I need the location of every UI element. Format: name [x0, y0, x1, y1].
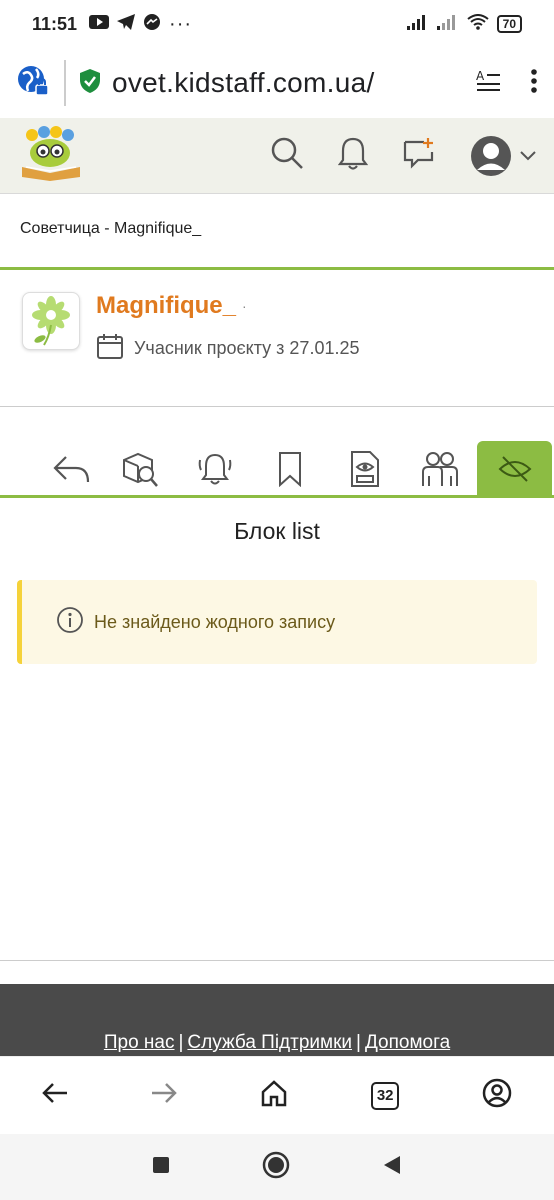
section-divider: [0, 406, 554, 407]
status-time: 11:51: [32, 13, 78, 34]
wifi-icon: [467, 13, 489, 35]
breadcrumb[interactable]: Советчица - Magnifique_: [20, 220, 201, 238]
people-icon: [421, 452, 458, 486]
url-text[interactable]: ovet.kidstaff.com.ua/: [112, 67, 375, 99]
secure-shield-icon: [78, 68, 102, 99]
eye-off-icon: [498, 456, 531, 482]
telegram-icon: [117, 13, 136, 35]
home-icon[interactable]: [260, 1079, 288, 1112]
battery-indicator: 70: [496, 15, 522, 33]
footer-link-help[interactable]: Допомога: [365, 1032, 450, 1053]
site-logo[interactable]: [18, 125, 84, 186]
back-arrow-icon[interactable]: [41, 1082, 68, 1109]
avatar[interactable]: [22, 292, 80, 350]
bell-ringing-icon: [198, 453, 231, 485]
new-message-icon[interactable]: [402, 136, 436, 175]
address-bar[interactable]: ovet.kidstaff.com.ua/: [64, 60, 466, 106]
tab-switcher-button[interactable]: 32: [371, 1081, 400, 1110]
home-circle-icon[interactable]: [262, 1151, 290, 1184]
signal-icon: [406, 14, 429, 35]
profile-tabs: [0, 440, 554, 498]
search-icon[interactable]: [270, 136, 304, 175]
calendar-icon: [96, 332, 124, 365]
notifications-bell-icon[interactable]: [337, 136, 369, 175]
footer-divider: [0, 960, 554, 961]
tabs-underline: [0, 495, 554, 498]
footer-link-about[interactable]: Про нас: [104, 1032, 175, 1053]
browser-toolbar: ovet.kidstaff.com.ua/ A: [0, 48, 554, 118]
tab-bookmarks[interactable]: [252, 441, 327, 497]
avatar-icon: [471, 135, 511, 176]
tab-viewed[interactable]: [327, 441, 402, 497]
status-app-icons: ···: [89, 13, 192, 36]
tab-replies[interactable]: [0, 441, 102, 497]
reply-icon: [53, 456, 90, 483]
document-eye-icon: [350, 451, 379, 487]
more-notifications-icon: ···: [169, 12, 193, 35]
page-title: Блок list: [234, 518, 320, 544]
recent-apps-icon[interactable]: [152, 1156, 170, 1179]
tab-inventory[interactable]: [102, 441, 177, 497]
site-footer: Про нас | Служба Підтримки | Допомога: [0, 984, 554, 1056]
browser-bottom-nav: 32: [0, 1056, 554, 1134]
back-triangle-icon[interactable]: [382, 1154, 402, 1181]
empty-notice: Не знайдено жодного запису: [17, 580, 537, 664]
profile-username[interactable]: Magnifique_: [96, 292, 236, 320]
user-account-menu[interactable]: [470, 135, 536, 177]
notice-text: Не знайдено жодного запису: [94, 611, 336, 632]
status-dot: ·: [242, 298, 247, 314]
site-header: [0, 118, 554, 194]
tab-blocked[interactable]: [477, 441, 552, 497]
youtube-icon: [89, 14, 110, 34]
messenger-icon: [143, 13, 161, 36]
signal-2-icon: [436, 14, 459, 35]
chevron-down-icon: [520, 150, 536, 160]
reader-mode-icon[interactable]: A: [476, 69, 502, 98]
profile-card: Magnifique_ · Учасник проєкту з 27.01.25: [22, 292, 532, 372]
forward-arrow-icon[interactable]: [151, 1082, 177, 1109]
profile-icon[interactable]: [482, 1078, 512, 1113]
header-divider: [0, 267, 554, 270]
box-search-icon: [122, 452, 158, 487]
status-bar: 11:51 ··· 70: [0, 0, 554, 48]
site-info-icon[interactable]: [16, 64, 50, 103]
member-since-label: Учасник проєкту з 27.01.25: [134, 338, 360, 358]
tab-friends[interactable]: [402, 441, 477, 497]
svg-text:A: A: [476, 69, 485, 83]
info-icon: [56, 606, 84, 639]
footer-link-support[interactable]: Служба Підтримки: [187, 1032, 352, 1053]
footer-separator: |: [178, 1032, 184, 1053]
bookmark-icon: [278, 452, 301, 487]
system-navigation-bar: [0, 1134, 554, 1200]
footer-separator: |: [356, 1032, 361, 1053]
browser-menu-icon[interactable]: [530, 68, 538, 98]
tab-alerts[interactable]: [177, 441, 252, 497]
